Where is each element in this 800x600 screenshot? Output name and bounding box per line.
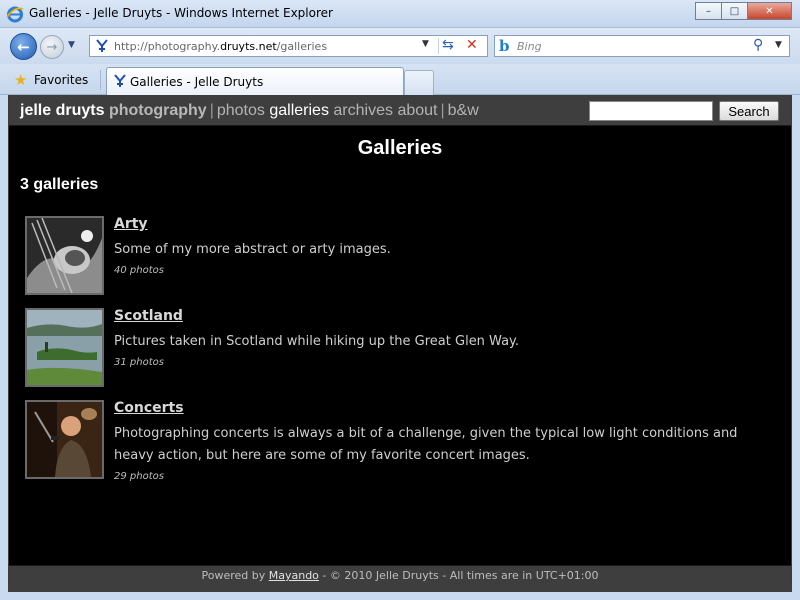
url-prefix: http://photography. bbox=[114, 40, 221, 53]
search-magnifier-icon[interactable]: ⚲ bbox=[753, 37, 763, 53]
favorites-star-icon: ★ bbox=[14, 71, 28, 89]
address-separator bbox=[438, 38, 439, 54]
gallery-photo-count: 29 photos bbox=[114, 471, 164, 482]
window-title: Galleries - Jelle Druyts - Windows Inter… bbox=[29, 6, 333, 20]
gallery-thumbnail-arty[interactable] bbox=[25, 216, 104, 295]
tab-galleries[interactable]: Galleries - Jelle Druyts bbox=[106, 67, 404, 95]
site-navigation: jelle druyts photography | photos gallerie… bbox=[20, 102, 479, 120]
browser-search-box[interactable]: b Bing ⚲ ▼ bbox=[494, 35, 790, 57]
stop-icon[interactable]: ✕ bbox=[466, 37, 478, 53]
site-favicon-icon bbox=[96, 39, 108, 52]
bing-logo-icon: b bbox=[499, 37, 510, 55]
site-brand-sub-link[interactable]: photography bbox=[109, 102, 207, 119]
new-tab-button[interactable] bbox=[404, 70, 434, 95]
gallery-description: Photographing concerts is always a bit o… bbox=[114, 426, 738, 463]
favorites-label: Favorites bbox=[34, 73, 89, 87]
minimize-button[interactable]: – bbox=[695, 2, 722, 20]
nav-link-galleries[interactable]: galleries bbox=[269, 102, 329, 119]
search-options-dropdown-icon[interactable]: ▼ bbox=[775, 40, 782, 50]
close-button[interactable]: ✕ bbox=[747, 2, 792, 20]
back-button[interactable]: ← bbox=[10, 33, 37, 60]
site-footer: Powered by Mayando - © 2010 Jelle Druyts… bbox=[9, 565, 791, 591]
footer-mayando-link[interactable]: Mayando bbox=[269, 569, 319, 582]
url-domain: druyts.net bbox=[220, 40, 277, 53]
back-arrow-icon: ← bbox=[17, 37, 30, 56]
gallery-thumbnail-scotland[interactable] bbox=[25, 308, 104, 387]
gallery-link-scotland[interactable]: Scotland bbox=[114, 308, 183, 324]
address-bar[interactable]: http://photography.druyts.net/galleries … bbox=[89, 35, 488, 57]
gallery-photo-count: 40 photos bbox=[114, 265, 164, 276]
window-title-bar: Galleries - Jelle Druyts - Windows Inter… bbox=[0, 0, 800, 28]
recent-pages-dropdown-icon[interactable]: ▼ bbox=[68, 40, 75, 50]
nav-link-archives[interactable]: archives bbox=[333, 102, 393, 119]
gallery-photo-count: 31 photos bbox=[114, 357, 164, 368]
site-search-button[interactable]: Search bbox=[719, 101, 779, 121]
search-placeholder: Bing bbox=[517, 40, 542, 53]
address-dropdown-icon[interactable]: ▼ bbox=[422, 39, 429, 49]
gallery-link-arty[interactable]: Arty bbox=[114, 216, 148, 232]
nav-separator: | bbox=[440, 102, 445, 119]
site-brand-link[interactable]: jelle druyts bbox=[20, 102, 104, 119]
address-url[interactable]: http://photography.druyts.net/galleries bbox=[114, 40, 327, 53]
forward-button[interactable]: → bbox=[40, 35, 64, 59]
gallery-count: 3 galleries bbox=[20, 176, 99, 193]
page-viewport: jelle druyts photography | photos gallerie… bbox=[8, 95, 792, 592]
gallery-description: Pictures taken in Scotland while hiking … bbox=[114, 334, 520, 349]
favorites-separator bbox=[100, 70, 101, 90]
nav-link-bw[interactable]: b&w bbox=[448, 102, 479, 119]
footer-suffix: - © 2010 Jelle Druyts - All times are in… bbox=[318, 569, 599, 582]
window-controls: – □ ✕ bbox=[695, 2, 792, 20]
internet-explorer-icon bbox=[6, 6, 24, 23]
url-suffix: /galleries bbox=[276, 40, 328, 53]
forward-arrow-icon: → bbox=[46, 39, 58, 55]
tab-label: Galleries - Jelle Druyts bbox=[130, 75, 264, 89]
nav-link-about[interactable]: about bbox=[397, 102, 437, 119]
maximize-button[interactable]: □ bbox=[721, 2, 748, 20]
gallery-thumbnail-concerts[interactable] bbox=[25, 400, 104, 479]
nav-link-photos[interactable]: photos bbox=[217, 102, 265, 119]
site-header: jelle druyts photography | photos gallerie… bbox=[9, 96, 791, 126]
favorites-button[interactable]: ★ Favorites bbox=[10, 68, 96, 92]
nav-separator: | bbox=[209, 102, 214, 119]
gallery-link-concerts[interactable]: Concerts bbox=[114, 400, 184, 416]
footer-prefix: Powered by bbox=[201, 569, 269, 582]
refresh-icon[interactable]: ⇆ bbox=[442, 37, 454, 53]
page-title: Galleries bbox=[357, 137, 443, 159]
tab-favicon-icon bbox=[114, 74, 126, 87]
site-search-input[interactable] bbox=[589, 101, 713, 121]
gallery-description: Some of my more abstract or arty images. bbox=[114, 242, 391, 257]
